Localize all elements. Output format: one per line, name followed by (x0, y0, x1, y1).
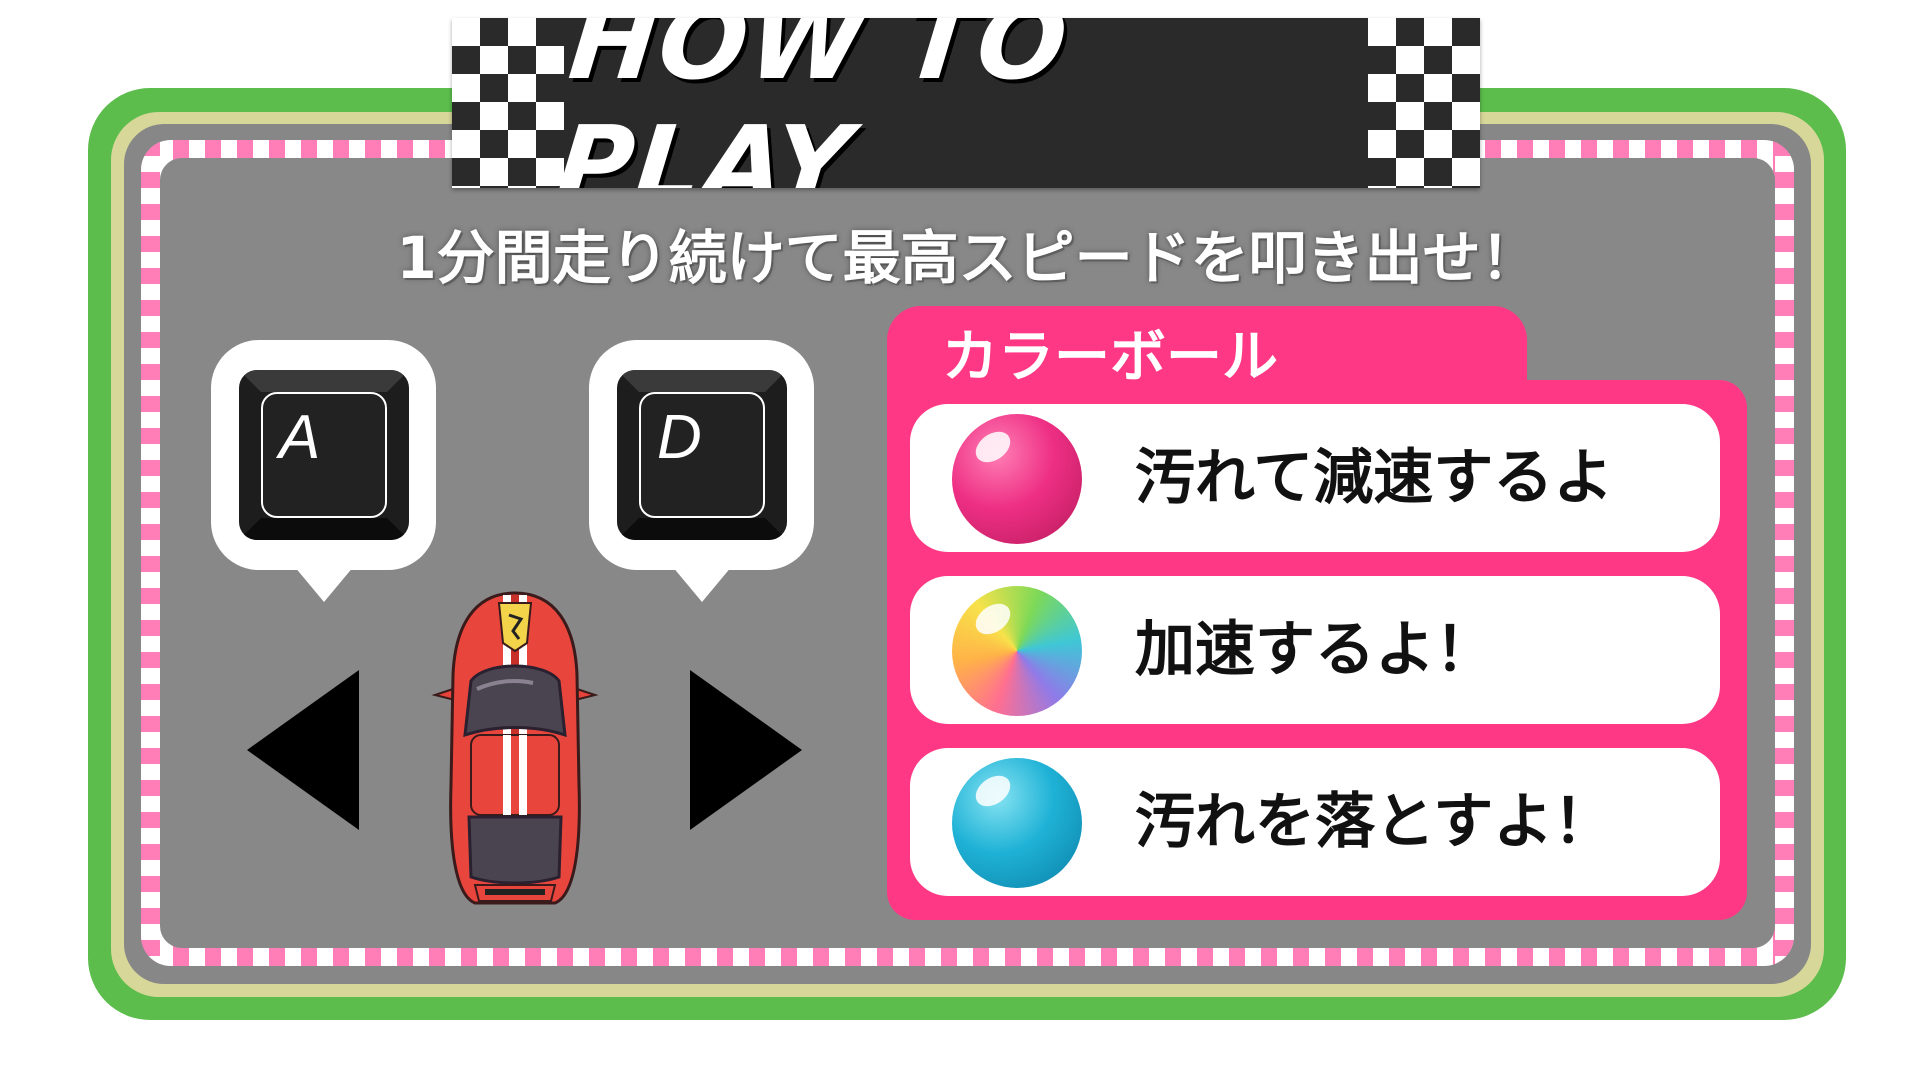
checkered-flag-right (1368, 18, 1480, 188)
list-item: 汚れを落とすよ！ (910, 748, 1720, 896)
rainbow-ball-icon (952, 586, 1082, 716)
color-ball-panel-title: カラーボール (942, 325, 1278, 390)
key-bubble-right: D (589, 340, 814, 570)
game-goal-text: 1分間走り続けて最高スピードを叩き出せ！ (396, 224, 1539, 292)
right-triangle-icon (690, 670, 802, 830)
race-car-icon (431, 591, 599, 905)
key-a-label: A (279, 403, 321, 472)
key-bubble-left-tail (294, 566, 354, 602)
list-item: 加速するよ！ (910, 576, 1720, 724)
pink-ball-description: 汚れて減速するよ (1135, 443, 1614, 513)
checkered-flag-left (452, 18, 564, 188)
key-a-icon: A (239, 370, 409, 540)
key-d-label: D (657, 403, 702, 472)
left-triangle-icon (247, 670, 359, 830)
key-bubble-left: A (211, 340, 436, 570)
key-bubble-right-tail (672, 566, 732, 602)
key-d-icon: D (617, 370, 787, 540)
cyan-ball-icon (952, 758, 1082, 888)
title-banner: HOW TO PLAY (452, 18, 1480, 188)
pink-ball-icon (952, 414, 1082, 544)
cyan-ball-description: 汚れを落とすよ！ (1135, 787, 1614, 857)
rainbow-ball-description: 加速するよ！ (1135, 615, 1495, 685)
list-item: 汚れて減速するよ (910, 404, 1720, 552)
page-title: HOW TO PLAY (551, 18, 1075, 188)
